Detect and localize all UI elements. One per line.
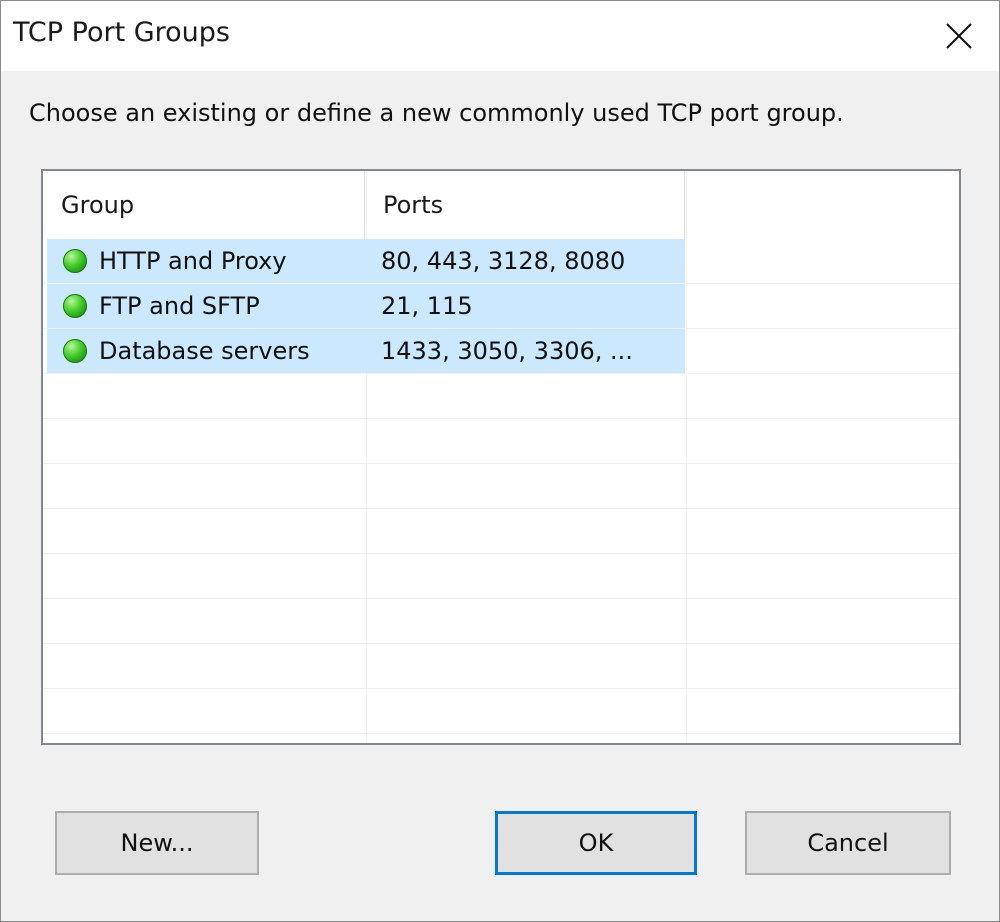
group-name: FTP and SFTP bbox=[99, 292, 260, 320]
status-enabled-icon bbox=[63, 339, 87, 363]
title-bar[interactable]: TCP Port Groups bbox=[1, 1, 999, 71]
group-cell: FTP and SFTP bbox=[63, 284, 363, 328]
ports-cell: 1433, 3050, 3306, ... bbox=[381, 329, 681, 373]
ports-value: 80, 443, 3128, 8080 bbox=[381, 247, 626, 275]
tcp-port-groups-dialog: TCP Port Groups Choose an existing or de… bbox=[0, 0, 1000, 922]
grid-line bbox=[43, 463, 959, 464]
grid-line bbox=[43, 553, 959, 554]
ok-button[interactable]: OK bbox=[495, 811, 697, 875]
ports-cell: 80, 443, 3128, 8080 bbox=[381, 239, 681, 283]
table-row[interactable]: HTTP and Proxy 80, 443, 3128, 8080 bbox=[47, 239, 685, 283]
close-button[interactable] bbox=[919, 1, 999, 71]
ports-value: 1433, 3050, 3306, ... bbox=[381, 337, 633, 365]
grid-line bbox=[43, 688, 959, 689]
grid-line bbox=[43, 643, 959, 644]
grid-line bbox=[43, 373, 959, 374]
status-enabled-icon bbox=[63, 294, 87, 318]
table-row[interactable]: Database servers 1433, 3050, 3306, ... bbox=[47, 329, 685, 373]
dialog-title: TCP Port Groups bbox=[13, 17, 231, 48]
new-button[interactable]: New... bbox=[55, 811, 259, 875]
group-cell: Database servers bbox=[63, 329, 363, 373]
grid-line bbox=[43, 508, 959, 509]
ports-value: 21, 115 bbox=[381, 292, 473, 320]
grid-line bbox=[43, 598, 959, 599]
group-name: Database servers bbox=[99, 337, 310, 365]
ports-cell: 21, 115 bbox=[381, 284, 681, 328]
column-header-ports[interactable]: Ports bbox=[365, 171, 685, 239]
port-group-list[interactable]: Group Ports HTTP and Proxy 80, 443, 3128… bbox=[41, 169, 961, 745]
group-name: HTTP and Proxy bbox=[99, 247, 287, 275]
cancel-button[interactable]: Cancel bbox=[745, 811, 951, 875]
close-icon bbox=[946, 23, 972, 49]
instructions-text: Choose an existing or define a new commo… bbox=[29, 99, 844, 127]
grid-line bbox=[43, 733, 959, 734]
column-header-group[interactable]: Group bbox=[43, 171, 364, 239]
grid-line bbox=[43, 418, 959, 419]
status-enabled-icon bbox=[63, 249, 87, 273]
grid-line bbox=[686, 171, 687, 743]
group-cell: HTTP and Proxy bbox=[63, 239, 363, 283]
table-row[interactable]: FTP and SFTP 21, 115 bbox=[47, 284, 685, 328]
column-divider[interactable] bbox=[684, 171, 685, 239]
